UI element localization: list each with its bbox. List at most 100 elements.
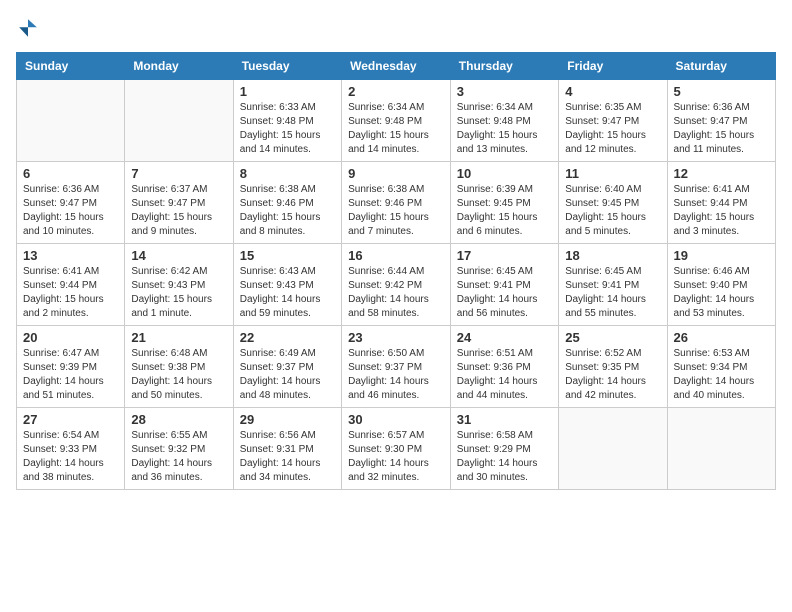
day-number: 10 [457,166,552,181]
day-info: Sunrise: 6:54 AMSunset: 9:33 PMDaylight:… [23,429,118,485]
calendar-cell: 15Sunrise: 6:43 AMSunset: 9:43 PMDayligh… [233,244,341,326]
day-number: 16 [348,248,444,263]
calendar-cell: 16 Sunrise: 6:44 AMSunset: 9:42 PMDayligh… [342,244,451,326]
weekday-label: Friday [559,53,667,80]
day-number: 28 [131,412,226,427]
weekday-label: Monday [125,53,233,80]
calendar-week-row: 1 Sunrise: 6:33 AMSunset: 9:48 PMDaylight… [17,80,776,162]
day-info: Sunrise: 6:35 AMSunset: 9:47 PMDaylight:… [565,101,660,157]
day-number: 3 [457,84,552,99]
calendar-week-row: 20 Sunrise: 6:47 AMSunset: 9:39 PMDayligh… [17,326,776,408]
logo [16,16,44,40]
day-info: Sunrise: 6:45 AMSunset: 9:41 PMDaylight:… [457,265,552,321]
calendar-cell: 5 Sunrise: 6:36 AMSunset: 9:47 PMDaylight… [667,80,775,162]
calendar-cell [559,408,667,490]
day-number: 1 [240,84,335,99]
weekday-label: Saturday [667,53,775,80]
day-number: 5 [674,84,769,99]
day-number: 17 [457,248,552,263]
calendar-cell: 17 Sunrise: 6:45 AMSunset: 9:41 PMDayligh… [450,244,558,326]
day-number: 14 [131,248,226,263]
day-info: Sunrise: 6:39 AMSunset: 9:45 PMDaylight:… [457,183,552,239]
calendar-cell: 18 Sunrise: 6:45 AMSunset: 9:41 PMDayligh… [559,244,667,326]
day-number: 6 [23,166,118,181]
weekday-label: Sunday [17,53,125,80]
day-number: 13 [23,248,118,263]
day-number: 25 [565,330,660,345]
day-number: 2 [348,84,444,99]
day-info: Sunrise: 6:38 AMSunset: 9:46 PMDaylight:… [240,183,335,239]
calendar-cell: 14 Sunrise: 6:42 AMSunset: 9:43 PMDayligh… [125,244,233,326]
day-info: Sunrise: 6:36 AMSunset: 9:47 PMDaylight:… [23,183,118,239]
calendar-cell [17,80,125,162]
day-number: 8 [240,166,335,181]
day-number: 20 [23,330,118,345]
calendar-cell: 6 Sunrise: 6:36 AMSunset: 9:47 PMDaylight… [17,162,125,244]
calendar-cell [667,408,775,490]
day-number: 19 [674,248,769,263]
day-number: 27 [23,412,118,427]
day-info: Sunrise: 6:46 AMSunset: 9:40 PMDaylight:… [674,265,769,321]
day-info: Sunrise: 6:34 AMSunset: 9:48 PMDaylight:… [457,101,552,157]
calendar-cell: 24 Sunrise: 6:51 AMSunset: 9:36 PMDayligh… [450,326,558,408]
calendar-cell: 10 Sunrise: 6:39 AMSunset: 9:45 PMDayligh… [450,162,558,244]
calendar-cell: 22Sunrise: 6:49 AMSunset: 9:37 PMDayligh… [233,326,341,408]
weekday-header: SundayMondayTuesdayWednesdayThursdayFrid… [17,53,776,80]
day-number: 26 [674,330,769,345]
day-info: Sunrise: 6:52 AMSunset: 9:35 PMDaylight:… [565,347,660,403]
day-number: 11 [565,166,660,181]
day-info: Sunrise: 6:55 AMSunset: 9:32 PMDaylight:… [131,429,226,485]
day-info: Sunrise: 6:34 AMSunset: 9:48 PMDaylight:… [348,101,444,157]
day-info: Sunrise: 6:43 AMSunset: 9:43 PMDaylight:… [240,265,335,321]
day-number: 24 [457,330,552,345]
day-info: Sunrise: 6:49 AMSunset: 9:37 PMDaylight:… [240,347,335,403]
header [16,16,776,40]
day-number: 9 [348,166,444,181]
day-info: Sunrise: 6:41 AMSunset: 9:44 PMDaylight:… [23,265,118,321]
day-number: 30 [348,412,444,427]
calendar-week-row: 27 Sunrise: 6:54 AMSunset: 9:33 PMDayligh… [17,408,776,490]
day-number: 18 [565,248,660,263]
day-info: Sunrise: 6:47 AMSunset: 9:39 PMDaylight:… [23,347,118,403]
calendar-cell: 8 Sunrise: 6:38 AMSunset: 9:46 PMDaylight… [233,162,341,244]
day-number: 23 [348,330,444,345]
calendar-cell: 28 Sunrise: 6:55 AMSunset: 9:32 PMDayligh… [125,408,233,490]
day-number: 29 [240,412,335,427]
calendar-cell: 26 Sunrise: 6:53 AMSunset: 9:34 PMDayligh… [667,326,775,408]
day-info: Sunrise: 6:53 AMSunset: 9:34 PMDaylight:… [674,347,769,403]
weekday-label: Tuesday [233,53,341,80]
logo-icon [16,16,40,40]
calendar-cell: 12Sunrise: 6:41 AMSunset: 9:44 PMDayligh… [667,162,775,244]
calendar-cell: 11 Sunrise: 6:40 AMSunset: 9:45 PMDayligh… [559,162,667,244]
day-info: Sunrise: 6:44 AMSunset: 9:42 PMDaylight:… [348,265,444,321]
calendar-cell: 1 Sunrise: 6:33 AMSunset: 9:48 PMDaylight… [233,80,341,162]
day-info: Sunrise: 6:40 AMSunset: 9:45 PMDaylight:… [565,183,660,239]
day-info: Sunrise: 6:42 AMSunset: 9:43 PMDaylight:… [131,265,226,321]
day-info: Sunrise: 6:45 AMSunset: 9:41 PMDaylight:… [565,265,660,321]
day-info: Sunrise: 6:33 AMSunset: 9:48 PMDaylight:… [240,101,335,157]
calendar-cell: 30 Sunrise: 6:57 AMSunset: 9:30 PMDayligh… [342,408,451,490]
day-number: 4 [565,84,660,99]
day-info: Sunrise: 6:57 AMSunset: 9:30 PMDaylight:… [348,429,444,485]
calendar-cell: 20 Sunrise: 6:47 AMSunset: 9:39 PMDayligh… [17,326,125,408]
day-info: Sunrise: 6:56 AMSunset: 9:31 PMDaylight:… [240,429,335,485]
day-info: Sunrise: 6:37 AMSunset: 9:47 PMDaylight:… [131,183,226,239]
day-info: Sunrise: 6:51 AMSunset: 9:36 PMDaylight:… [457,347,552,403]
calendar-cell: 27 Sunrise: 6:54 AMSunset: 9:33 PMDayligh… [17,408,125,490]
calendar-cell: 9 Sunrise: 6:38 AMSunset: 9:46 PMDaylight… [342,162,451,244]
calendar: SundayMondayTuesdayWednesdayThursdayFrid… [16,52,776,490]
day-info: Sunrise: 6:36 AMSunset: 9:47 PMDaylight:… [674,101,769,157]
day-info: Sunrise: 6:50 AMSunset: 9:37 PMDaylight:… [348,347,444,403]
calendar-cell: 3 Sunrise: 6:34 AMSunset: 9:48 PMDaylight… [450,80,558,162]
calendar-cell: 29 Sunrise: 6:56 AMSunset: 9:31 PMDayligh… [233,408,341,490]
calendar-cell: 21 Sunrise: 6:48 AMSunset: 9:38 PMDayligh… [125,326,233,408]
day-number: 7 [131,166,226,181]
calendar-cell: 31Sunrise: 6:58 AMSunset: 9:29 PMDayligh… [450,408,558,490]
day-number: 21 [131,330,226,345]
day-info: Sunrise: 6:48 AMSunset: 9:38 PMDaylight:… [131,347,226,403]
weekday-label: Thursday [450,53,558,80]
calendar-week-row: 6 Sunrise: 6:36 AMSunset: 9:47 PMDaylight… [17,162,776,244]
day-info: Sunrise: 6:38 AMSunset: 9:46 PMDaylight:… [348,183,444,239]
calendar-body: 1 Sunrise: 6:33 AMSunset: 9:48 PMDaylight… [17,80,776,490]
calendar-cell [125,80,233,162]
